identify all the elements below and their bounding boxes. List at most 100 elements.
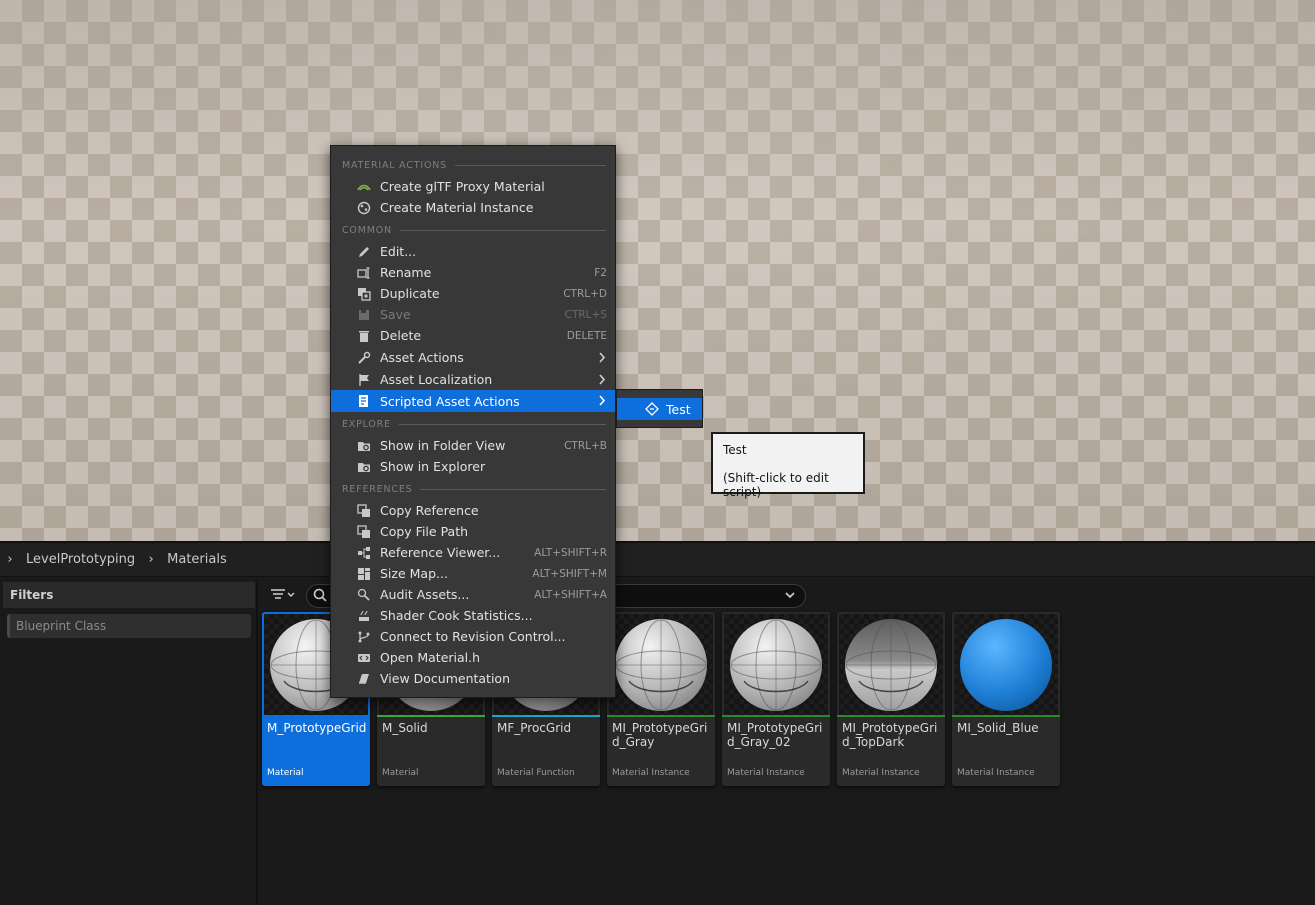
menu-item-copy-reference[interactable]: Copy Reference [331, 500, 615, 521]
grid-overlay-icon [730, 619, 822, 711]
filter-dropdown-button[interactable] [266, 585, 300, 605]
menu-item-scripted-asset-actions[interactable]: Scripted Asset Actions [331, 390, 615, 412]
section-label: REFERENCES [342, 483, 413, 495]
submenu-item-test[interactable]: Test [617, 398, 702, 420]
menu-item-create-material-instance[interactable]: Create Material Instance [331, 197, 615, 218]
asset-type: Material Instance [727, 768, 805, 778]
chevron-down-icon[interactable] [783, 588, 797, 602]
menu-item-shortcut: F2 [594, 266, 607, 279]
filter-chip-blueprint-class[interactable]: Blueprint Class [7, 614, 251, 638]
asset-tile-mi-solid-blue[interactable]: MI_Solid_Blue Material Instance [952, 612, 1060, 786]
section-divider [454, 164, 606, 166]
menu-item-shortcut: CTRL+D [563, 287, 607, 300]
menu-item-shortcut: DELETE [566, 329, 607, 342]
chevron-right-icon [599, 395, 606, 406]
asset-thumbnail [724, 614, 828, 716]
menu-item-label: Audit Assets... [380, 587, 470, 602]
wrench-icon [358, 351, 371, 364]
breadcrumb-item-materials[interactable]: Materials [161, 552, 233, 567]
menu-item-label: View Documentation [380, 671, 510, 686]
menu-item-copy-file-path[interactable]: Copy File Path [331, 521, 615, 542]
menu-item-shortcut: ALT+SHIFT+M [532, 567, 607, 580]
asset-type-color-bar [952, 715, 1060, 717]
gltf-icon [357, 184, 371, 191]
duplicate-icon [358, 288, 371, 301]
asset-tile-mi-prototypegrid-topdark[interactable]: MI_PrototypeGrid_TopDark Material Instanc… [837, 612, 945, 786]
asset-type: Material Instance [957, 768, 1035, 778]
cook-icon [359, 610, 369, 621]
asset-type: Material Function [497, 768, 575, 778]
menu-item-shader-cook-statistics[interactable]: Shader Cook Statistics... [331, 605, 615, 626]
filters-panel: Filters Blueprint Class [3, 582, 255, 905]
menu-item-reference-viewer[interactable]: Reference Viewer... ALT+SHIFT+R [331, 542, 615, 563]
asset-type-color-bar [837, 715, 945, 717]
chevron-right-icon[interactable]: › [0, 552, 20, 567]
size-map-icon [358, 568, 370, 580]
menu-item-label: Create glTF Proxy Material [380, 179, 545, 194]
material-preview-sphere [615, 619, 707, 711]
menu-item-shortcut: CTRL+S [564, 308, 607, 321]
panel-splitter[interactable] [256, 582, 258, 905]
asset-type-color-bar [492, 715, 600, 717]
menu-item-save[interactable]: Save CTRL+S [331, 304, 615, 325]
section-label: MATERIAL ACTIONS [342, 159, 447, 171]
menu-item-audit-assets[interactable]: Audit Assets... ALT+SHIFT+A [331, 584, 615, 605]
asset-type-color-bar [377, 715, 485, 717]
menu-item-duplicate[interactable]: Duplicate CTRL+D [331, 283, 615, 304]
asset-tile-mi-prototypegrid-gray-02[interactable]: MI_PrototypeGrid_Gray_02 Material Instanc… [722, 612, 830, 786]
asset-type-color-bar [722, 715, 830, 717]
asset-name: M_PrototypeGrid [267, 721, 367, 735]
menu-item-show-in-explorer[interactable]: Show in Explorer [331, 456, 615, 477]
menu-item-delete[interactable]: Delete DELETE [331, 325, 615, 346]
menu-item-label: Connect to Revision Control... [380, 629, 566, 644]
chevron-right-icon [599, 374, 606, 385]
asset-name: MF_ProcGrid [497, 721, 572, 735]
asset-tile-mi-prototypegrid-gray[interactable]: MI_PrototypeGrid_Gray Material Instance [607, 612, 715, 786]
menu-item-create-gltf-proxy-material[interactable]: Create glTF Proxy Material [331, 176, 615, 197]
menu-item-label: Save [380, 307, 411, 322]
menu-item-shortcut: ALT+SHIFT+R [534, 546, 607, 559]
editor-window: › LevelPrototyping › Materials Filters B… [0, 0, 1315, 905]
menu-item-edit[interactable]: Edit... [331, 241, 615, 262]
menu-item-asset-actions[interactable]: Asset Actions [331, 347, 615, 368]
section-divider [420, 488, 606, 490]
menu-item-label: Copy Reference [380, 503, 479, 518]
menu-item-label: Edit... [380, 244, 417, 259]
section-header-material-actions: MATERIAL ACTIONS [342, 158, 606, 172]
asset-type-color-bar [607, 715, 715, 717]
save-icon [359, 310, 369, 320]
scripted-actions-submenu: Test [616, 389, 703, 428]
menu-item-label: Scripted Asset Actions [380, 393, 520, 409]
grid-overlay-icon [615, 619, 707, 711]
menu-item-open-material-h[interactable]: Open Material.h [331, 647, 615, 668]
menu-item-label: Show in Folder View [380, 438, 506, 453]
menu-item-asset-localization[interactable]: Asset Localization [331, 369, 615, 390]
material-instance-icon [357, 201, 371, 215]
branch-icon [358, 631, 370, 643]
menu-item-label: Delete [380, 328, 422, 343]
filters-title[interactable]: Filters [3, 582, 255, 608]
menu-item-view-documentation[interactable]: View Documentation [331, 668, 615, 689]
context-menu: MATERIAL ACTIONS COMMON EXPLORE REFERENCES C… [330, 145, 616, 698]
menu-item-rename[interactable]: Rename F2 [331, 262, 615, 283]
menu-item-label: Create Material Instance [380, 200, 534, 215]
pencil-icon [359, 247, 369, 257]
submenu-item-label: Test [666, 402, 691, 417]
level-viewport[interactable] [0, 0, 1315, 541]
tooltip-title: Test [723, 443, 747, 457]
code-icon [358, 654, 370, 662]
section-header-references: REFERENCES [342, 482, 606, 496]
chevron-right-icon [599, 352, 606, 363]
menu-item-connect-to-revision-control[interactable]: Connect to Revision Control... [331, 626, 615, 647]
asset-name: M_Solid [382, 721, 428, 735]
chevron-right-icon[interactable]: › [141, 552, 161, 567]
menu-item-label: Asset Localization [380, 372, 493, 387]
asset-name: MI_PrototypeGrid_Gray [612, 721, 708, 749]
menu-item-show-in-folder-view[interactable]: Show in Folder View CTRL+B [331, 435, 615, 456]
reference-viewer-icon [358, 547, 370, 559]
breadcrumb-item-levelprototyping[interactable]: LevelPrototyping [20, 552, 141, 567]
material-preview-sphere [960, 619, 1052, 711]
tooltip-hint: (Shift-click to edit script) [723, 471, 829, 499]
book-icon [359, 674, 369, 684]
menu-item-size-map[interactable]: Size Map... ALT+SHIFT+M [331, 563, 615, 584]
